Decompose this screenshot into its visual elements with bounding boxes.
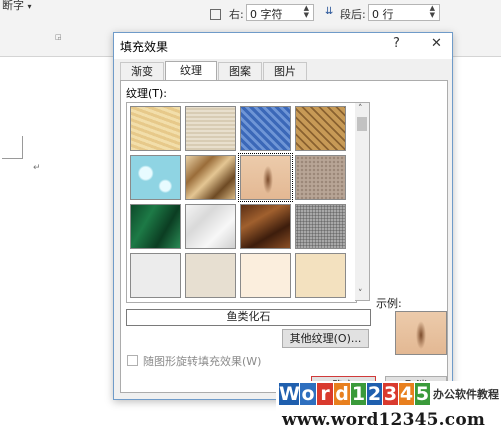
space-after-icon: ⇊ xyxy=(325,6,334,17)
texture-tile-denim[interactable] xyxy=(240,106,291,151)
right-indent-label: 右: xyxy=(229,8,244,21)
sample-preview xyxy=(395,311,447,355)
margin-marker xyxy=(22,136,23,159)
hyphenation-label: 断字 xyxy=(2,0,24,12)
texture-tile-sand[interactable] xyxy=(295,155,346,200)
space-after-spinner[interactable]: 0 行 ▲ ▼ xyxy=(368,4,440,21)
dialog-launcher-icon[interactable]: ◲ xyxy=(55,33,63,41)
help-button[interactable]: ? xyxy=(393,36,400,51)
watermark-letter: o xyxy=(300,383,316,405)
texture-tile-recycled-paper[interactable] xyxy=(185,253,236,298)
texture-tile-fish-fossil[interactable] xyxy=(238,153,293,202)
texture-tile-water-droplets[interactable] xyxy=(130,155,181,200)
texture-grid xyxy=(126,102,357,303)
spin-arrows-icon: ▲ ▼ xyxy=(303,4,309,19)
texture-tile-newsprint[interactable] xyxy=(130,253,181,298)
watermark-url: www.word12345.com xyxy=(282,410,486,430)
space-after-label: 段后: xyxy=(340,8,366,21)
right-indent-value: 0 字符 xyxy=(250,8,283,21)
texture-tile-woven-mat[interactable] xyxy=(295,106,346,151)
tab-gradient[interactable]: 渐变 xyxy=(120,62,164,80)
dialog-title: 填充效果 xyxy=(120,40,169,54)
watermark-letter: 2 xyxy=(367,383,382,405)
tab-texture[interactable]: 纹理 xyxy=(165,61,217,81)
tab-pattern[interactable]: 图案 xyxy=(218,62,262,80)
space-after-value: 0 行 xyxy=(372,8,394,21)
right-indent-spinner[interactable]: 0 字符 ▲ ▼ xyxy=(246,4,314,21)
watermark-suffix: 办公软件教程 xyxy=(433,388,499,401)
watermark-letter: 3 xyxy=(383,383,398,405)
close-button[interactable]: ✕ xyxy=(431,36,442,51)
rotate-with-shape-checkbox[interactable] xyxy=(127,355,138,366)
scroll-up-icon[interactable]: ˄ xyxy=(358,104,363,114)
texture-tile-granite[interactable] xyxy=(295,204,346,249)
texture-tile-stationery[interactable] xyxy=(295,253,346,298)
texture-scrollbar[interactable]: ˄ ˅ xyxy=(355,102,370,301)
watermark-letter: 5 xyxy=(415,383,430,405)
texture-name-field: 鱼类化石 xyxy=(126,309,371,326)
spin-arrows-icon: ▲ ▼ xyxy=(429,4,435,19)
texture-tile-paper-bag[interactable] xyxy=(185,155,236,200)
tab-picture[interactable]: 图片 xyxy=(263,62,307,80)
texture-tile-papyrus[interactable] xyxy=(130,106,181,151)
other-textures-button[interactable]: 其他纹理(O)... xyxy=(282,329,369,348)
chevron-down-icon: ▾ xyxy=(27,2,32,11)
margin-marker xyxy=(2,158,23,159)
paragraph-mark-icon: ↵ xyxy=(33,163,41,173)
texture-tile-brown-marble[interactable] xyxy=(240,204,291,249)
watermark-letter: r xyxy=(317,383,333,405)
texture-tile-canvas[interactable] xyxy=(185,106,236,151)
rotate-with-shape-label: 随图形旋转填充效果(W) xyxy=(143,355,262,368)
sample-label: 示例: xyxy=(376,297,402,310)
right-indent-icon xyxy=(210,9,221,20)
texture-tile-white-marble[interactable] xyxy=(185,204,236,249)
hyphenation-button[interactable]: 断字 ▾ xyxy=(2,0,32,13)
texture-label: 纹理(T): xyxy=(126,87,168,100)
texture-tile-green-marble[interactable] xyxy=(130,204,181,249)
watermark-letter: 1 xyxy=(351,383,366,405)
scrollbar-thumb[interactable] xyxy=(357,117,367,131)
scroll-down-icon[interactable]: ˅ xyxy=(358,289,363,299)
fill-effects-dialog: 填充效果 ? ✕ 渐变 纹理 图案 图片 纹理(T): ˄ ˅ 鱼类化石 其他纹… xyxy=(113,32,453,400)
ribbon-group-partial: ‾‾‾‾‾‾‾‾‾‾‾‾‾‾‾‾‾‾ xyxy=(60,0,159,7)
watermark-letter: W xyxy=(279,383,300,405)
watermark-letter: d xyxy=(334,383,350,405)
texture-tile-parchment[interactable] xyxy=(240,253,291,298)
watermark-letter: 4 xyxy=(399,383,414,405)
